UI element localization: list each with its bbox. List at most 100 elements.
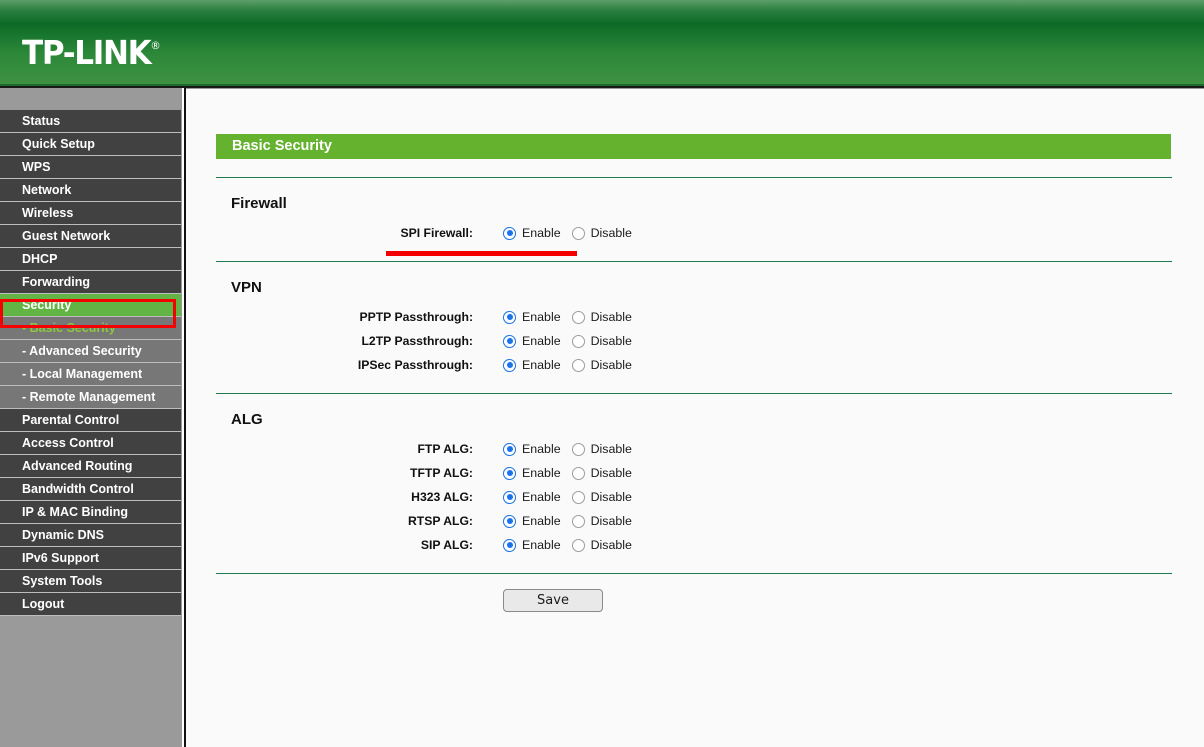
sidebar-item-quick-setup[interactable]: Quick Setup bbox=[0, 133, 181, 156]
field-row-pptp-passthrough: PPTP Passthrough: Enable Disable bbox=[186, 305, 1146, 329]
sidebar-item-logout[interactable]: Logout bbox=[0, 593, 181, 616]
sidebar-item-bandwidth-control[interactable]: Bandwidth Control bbox=[0, 478, 181, 501]
radio-option-pptp-passthrough-disable[interactable]: Disable bbox=[571, 310, 632, 324]
field-label-sip-alg: SIP ALG: bbox=[420, 538, 473, 552]
radio-disable-icon[interactable] bbox=[571, 490, 585, 504]
radio-group-h323-alg: Enable Disable bbox=[503, 485, 643, 509]
field-label-ftp-alg: FTP ALG: bbox=[417, 442, 473, 456]
sidebar-item-wps[interactable]: WPS bbox=[0, 156, 181, 179]
sidebar-item-guest-network[interactable]: Guest Network bbox=[0, 225, 181, 248]
radio-disable-icon[interactable] bbox=[571, 442, 585, 456]
radio-label-disable: Disable bbox=[590, 310, 632, 324]
radio-option-sip-alg-enable[interactable]: Enable bbox=[503, 538, 561, 552]
save-button[interactable]: Save bbox=[503, 589, 603, 612]
field-row-rtsp-alg: RTSP ALG: Enable Disable bbox=[186, 509, 1146, 533]
radio-label-enable: Enable bbox=[522, 514, 561, 528]
radio-label-disable: Disable bbox=[590, 514, 632, 528]
radio-option-ftp-alg-disable[interactable]: Disable bbox=[571, 442, 632, 456]
radio-label-enable: Enable bbox=[522, 334, 561, 348]
sidebar-item-status[interactable]: Status bbox=[0, 110, 181, 133]
sidebar-nav: Status Quick Setup WPS Network Wireless Guest… bbox=[0, 88, 181, 747]
radio-label-disable: Disable bbox=[590, 442, 632, 456]
page-header: TP-LINK® bbox=[0, 0, 1204, 84]
radio-disable-icon[interactable] bbox=[571, 226, 585, 240]
sidebar-item-dhcp[interactable]: DHCP bbox=[0, 248, 181, 271]
radio-disable-icon[interactable] bbox=[571, 466, 585, 480]
radio-label-disable: Disable bbox=[590, 334, 632, 348]
field-label-h323-alg: H323 ALG: bbox=[411, 490, 473, 504]
section-divider bbox=[216, 261, 1172, 262]
radio-option-ipsec-passthrough-enable[interactable]: Enable bbox=[503, 358, 561, 372]
radio-option-rtsp-alg-disable[interactable]: Disable bbox=[571, 514, 632, 528]
section-heading-vpn: VPN bbox=[231, 279, 262, 296]
radio-enable-icon[interactable] bbox=[503, 226, 516, 240]
sidebar-item-advanced-security[interactable]: - Advanced Security bbox=[0, 340, 181, 363]
radio-disable-icon[interactable] bbox=[571, 514, 585, 528]
page-title-bar: Basic Security bbox=[216, 134, 1171, 159]
sidebar-item-wireless[interactable]: Wireless bbox=[0, 202, 181, 225]
radio-enable-icon[interactable] bbox=[503, 334, 516, 348]
radio-label-disable: Disable bbox=[590, 466, 632, 480]
radio-enable-icon[interactable] bbox=[503, 514, 516, 528]
radio-enable-icon[interactable] bbox=[503, 538, 516, 552]
router-admin-page: TP-LINK® Status Quick Setup WPS Network Wire… bbox=[0, 0, 1204, 747]
sidebar-nav-list: Status Quick Setup WPS Network Wireless Guest… bbox=[0, 110, 181, 616]
radio-enable-icon[interactable] bbox=[503, 490, 516, 504]
radio-option-l2tp-passthrough-enable[interactable]: Enable bbox=[503, 334, 561, 348]
radio-option-ipsec-passthrough-disable[interactable]: Disable bbox=[571, 358, 632, 372]
sidebar-item-system-tools[interactable]: System Tools bbox=[0, 570, 181, 593]
sidebar-item-basic-security[interactable]: - Basic Security bbox=[0, 317, 181, 340]
sidebar-bottom-filler bbox=[0, 616, 181, 649]
sidebar-item-ip-mac-binding[interactable]: IP & MAC Binding bbox=[0, 501, 181, 524]
sidebar-item-dynamic-dns[interactable]: Dynamic DNS bbox=[0, 524, 181, 547]
radio-label-disable: Disable bbox=[590, 490, 632, 504]
radio-label-enable: Enable bbox=[522, 466, 561, 480]
field-label-ipsec-passthrough: IPSec Passthrough: bbox=[357, 358, 473, 372]
section-divider bbox=[216, 177, 1172, 178]
radio-option-sip-alg-disable[interactable]: Disable bbox=[571, 538, 632, 552]
section-divider bbox=[216, 393, 1172, 394]
radio-option-h323-alg-enable[interactable]: Enable bbox=[503, 490, 561, 504]
radio-disable-icon[interactable] bbox=[571, 358, 585, 372]
sidebar-item-advanced-routing[interactable]: Advanced Routing bbox=[0, 455, 181, 478]
radio-label-enable: Enable bbox=[522, 226, 561, 240]
field-row-sip-alg: SIP ALG: Enable Disable bbox=[186, 533, 1146, 557]
radio-label-disable: Disable bbox=[590, 226, 632, 240]
radio-option-tftp-alg-disable[interactable]: Disable bbox=[571, 466, 632, 480]
radio-option-h323-alg-disable[interactable]: Disable bbox=[571, 490, 632, 504]
sidebar-item-network[interactable]: Network bbox=[0, 179, 181, 202]
radio-group-ipsec-passthrough: Enable Disable bbox=[503, 353, 643, 377]
radio-enable-icon[interactable] bbox=[503, 466, 516, 480]
field-label-pptp-passthrough: PPTP Passthrough: bbox=[359, 310, 473, 324]
sidebar-item-forwarding[interactable]: Forwarding bbox=[0, 271, 181, 294]
registered-trademark-icon: ® bbox=[150, 39, 161, 52]
radio-option-tftp-alg-enable[interactable]: Enable bbox=[503, 466, 561, 480]
radio-disable-icon[interactable] bbox=[571, 334, 585, 348]
radio-option-pptp-passthrough-enable[interactable]: Enable bbox=[503, 310, 561, 324]
sidebar-item-local-management[interactable]: - Local Management bbox=[0, 363, 181, 386]
radio-enable-icon[interactable] bbox=[503, 310, 516, 324]
sidebar-item-ipv6-support[interactable]: IPv6 Support bbox=[0, 547, 181, 570]
sidebar-item-security[interactable]: Security bbox=[0, 294, 181, 317]
radio-enable-icon[interactable] bbox=[503, 442, 516, 456]
radio-label-enable: Enable bbox=[522, 442, 561, 456]
sidebar-item-access-control[interactable]: Access Control bbox=[0, 432, 181, 455]
radio-group-tftp-alg: Enable Disable bbox=[503, 461, 643, 485]
radio-option-spi-firewall-enable[interactable]: Enable bbox=[503, 226, 561, 240]
section-heading-alg: ALG bbox=[231, 411, 263, 428]
page-title: Basic Security bbox=[232, 138, 332, 154]
sidebar-item-remote-management[interactable]: - Remote Management bbox=[0, 386, 181, 409]
radio-option-rtsp-alg-enable[interactable]: Enable bbox=[503, 514, 561, 528]
radio-option-ftp-alg-enable[interactable]: Enable bbox=[503, 442, 561, 456]
field-label-rtsp-alg: RTSP ALG: bbox=[407, 514, 473, 528]
tp-link-logo: TP-LINK® bbox=[22, 26, 161, 73]
radio-disable-icon[interactable] bbox=[571, 310, 585, 324]
radio-option-spi-firewall-disable[interactable]: Disable bbox=[571, 226, 632, 240]
radio-enable-icon[interactable] bbox=[503, 358, 516, 372]
sidebar-item-parental-control[interactable]: Parental Control bbox=[0, 409, 181, 432]
radio-group-l2tp-passthrough: Enable Disable bbox=[503, 329, 643, 353]
field-row-tftp-alg: TFTP ALG: Enable Disable bbox=[186, 461, 1146, 485]
radio-option-l2tp-passthrough-disable[interactable]: Disable bbox=[571, 334, 632, 348]
radio-disable-icon[interactable] bbox=[571, 538, 585, 552]
radio-group-spi-firewall: Enable Disable bbox=[503, 221, 643, 245]
